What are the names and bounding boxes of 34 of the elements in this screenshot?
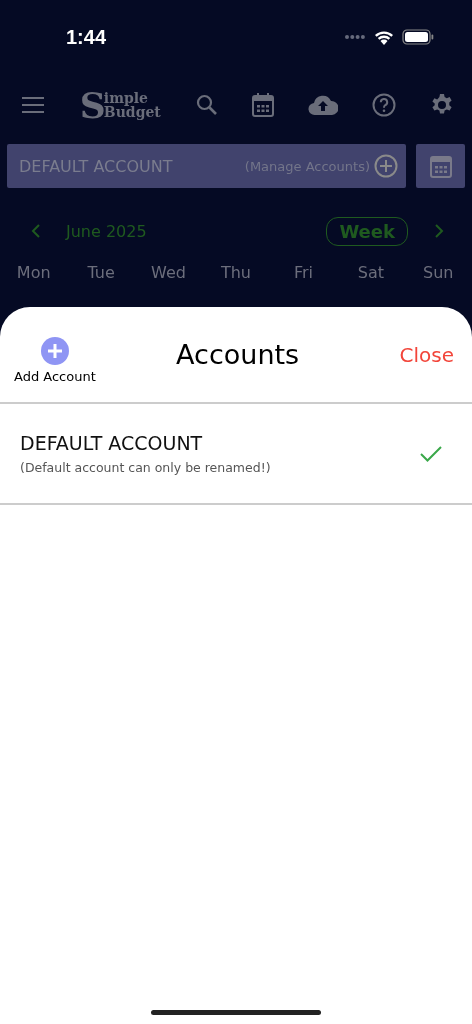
account-row[interactable]: DEFAULT ACCOUNT (Default account can only be renamed!) [0,404,472,505]
week-toggle[interactable]: Week [326,216,408,246]
account-name: DEFAULT ACCOUNT [20,432,204,454]
wifi-icon [374,29,394,45]
status-time: 1:44 [66,25,107,49]
logo-text: imple [103,91,149,105]
calendar-icon[interactable] [252,93,275,117]
previous-icon[interactable] [31,224,41,238]
account-name: DEFAULT ACCOUNT [19,156,174,176]
settings-icon[interactable] [429,93,454,117]
menu-icon[interactable] [22,96,46,114]
account-note: (Default account can only be renamed!) [20,460,271,475]
add-icon[interactable] [374,154,398,178]
add-icon [40,337,69,365]
signal-icon [344,34,366,40]
next-icon[interactable] [434,224,444,238]
close-button[interactable]: Close [399,342,454,367]
weekday-label: Sun [422,263,455,282]
logo-text: Budget [103,105,161,119]
calendar-button[interactable] [416,144,465,188]
calendar-icon [429,154,452,178]
sheet-title: Accounts [176,339,300,370]
weekday-label: Tue [86,263,116,282]
search-icon[interactable] [194,93,219,117]
weekday-label: Sat [356,263,385,282]
weekday-label: Mon [15,263,52,282]
weekday-label: Wed [150,263,187,282]
help-icon[interactable] [372,93,397,117]
weekday-label: Fri [292,263,314,282]
weekday-label: Thu [219,263,252,282]
month-label: June 2025 [66,221,147,241]
cloud-upload-icon[interactable] [308,94,339,116]
add-account-button[interactable]: Add Account [14,337,96,384]
battery-icon [402,29,434,45]
